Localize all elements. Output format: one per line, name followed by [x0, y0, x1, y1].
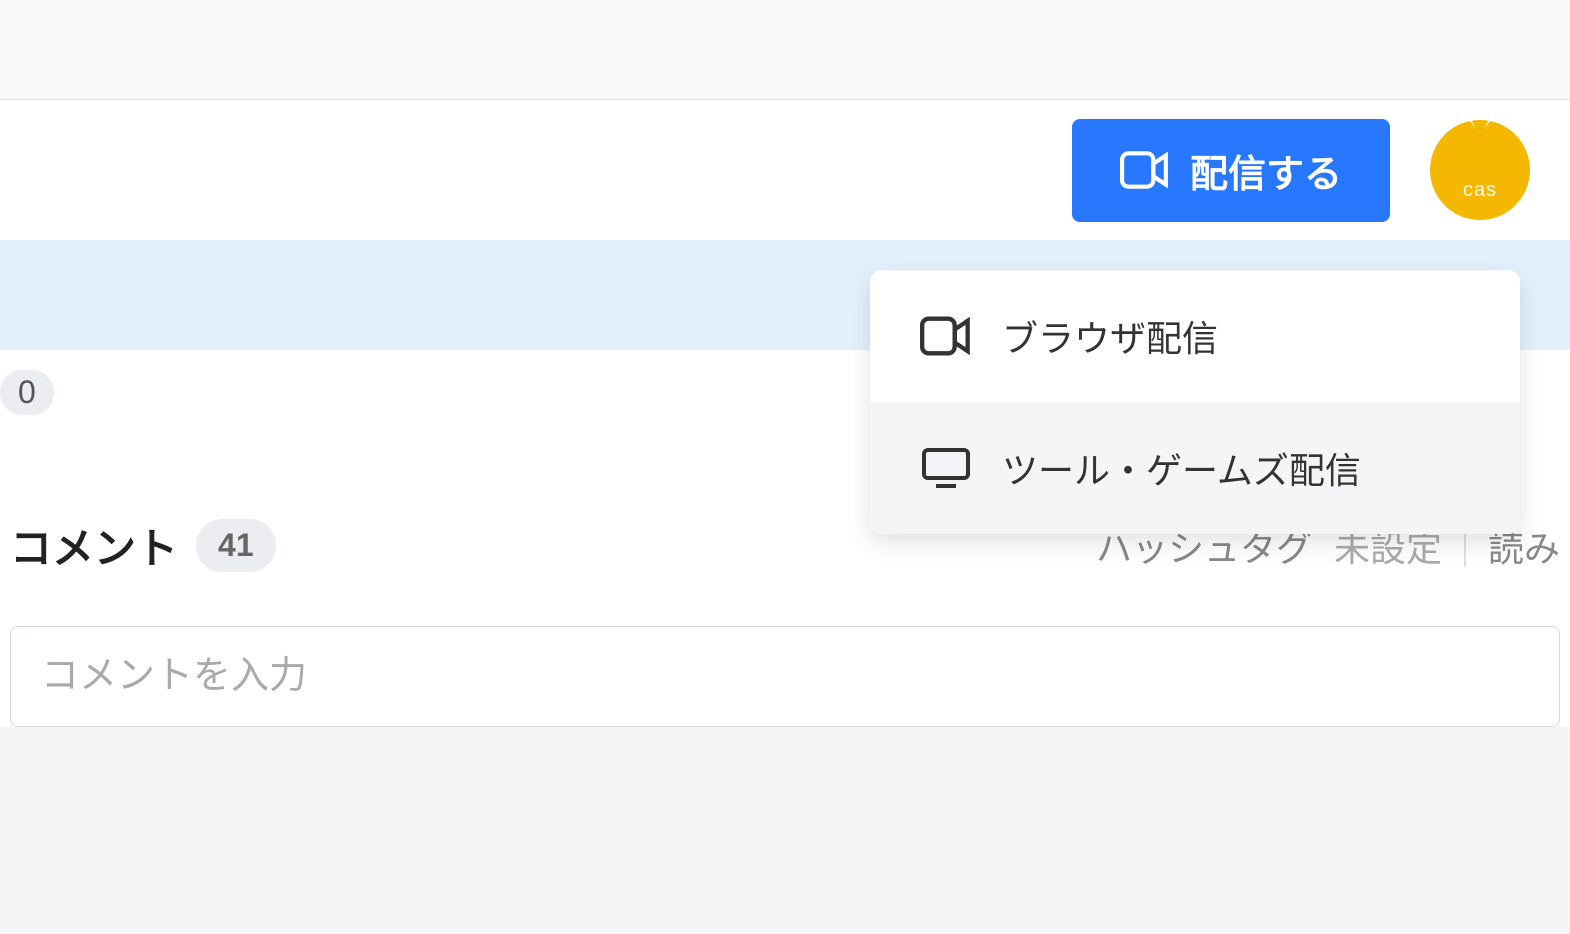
monitor-icon [920, 448, 972, 488]
comment-title-group: コメント 41 [10, 515, 276, 576]
camera-icon [920, 316, 972, 356]
avatar-text: cas [1463, 179, 1497, 202]
camera-icon [1120, 151, 1170, 189]
dropdown-label: ツール・ゲームズ配信 [1002, 442, 1361, 494]
broadcast-label: 配信する [1190, 143, 1342, 198]
dropdown-item-tool-games-broadcast[interactable]: ツール・ゲームズ配信 [870, 402, 1520, 534]
avatar[interactable]: cas [1430, 120, 1530, 220]
top-spacer [0, 0, 1570, 100]
count-badge: 0 [0, 370, 54, 415]
comment-input[interactable] [10, 626, 1560, 727]
header-bar: 配信する cas [0, 100, 1570, 240]
broadcast-button[interactable]: 配信する [1072, 119, 1390, 222]
comment-input-wrap [10, 606, 1560, 727]
comment-count-badge: 41 [196, 519, 276, 572]
broadcast-dropdown: ブラウザ配信 ツール・ゲームズ配信 [870, 270, 1520, 534]
dropdown-item-browser-broadcast[interactable]: ブラウザ配信 [870, 270, 1520, 402]
comment-title: コメント [10, 515, 178, 576]
dropdown-label: ブラウザ配信 [1002, 310, 1218, 362]
